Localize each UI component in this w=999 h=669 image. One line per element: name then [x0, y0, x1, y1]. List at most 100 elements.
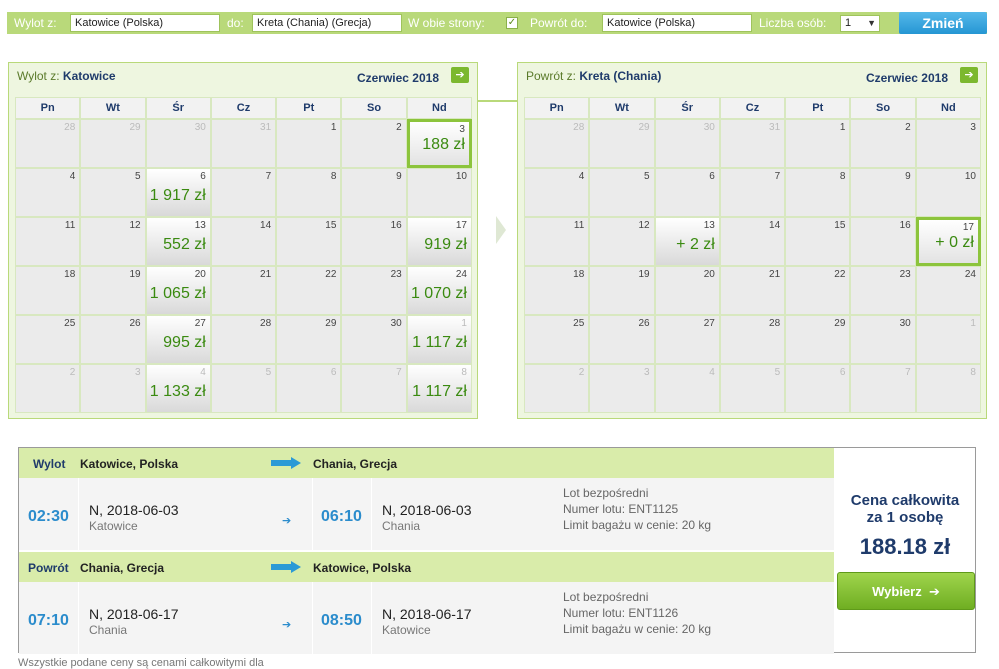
calendar-day: 1	[785, 119, 851, 168]
departure-time: 07:10	[28, 612, 69, 629]
calendar-day: 26	[589, 315, 655, 364]
calendar-day: 18	[15, 266, 81, 315]
calendar-day: 10	[406, 168, 472, 217]
calendar-day[interactable]: 17 + 0 zł	[915, 217, 981, 266]
return-field[interactable]: Katowice (Polska)	[602, 14, 752, 32]
day-number: 18	[573, 269, 585, 280]
day-number: 17	[455, 220, 467, 231]
day-number: 10	[964, 171, 976, 182]
day-number: 14	[260, 220, 272, 231]
calendar-day[interactable]: 13 552 zł	[145, 217, 211, 266]
arrow-right-icon	[271, 457, 301, 469]
calendar-day[interactable]: 4 1 133 zł	[145, 364, 211, 413]
day-number: 20	[703, 269, 715, 280]
return-flight-row: 07:10 N, 2018-06-17 Chania ➔ 08:50 N, 20…	[19, 582, 834, 654]
weekday-label: Wt	[80, 97, 146, 119]
arrow-right-icon: ➔	[928, 584, 940, 599]
persons-label: Liczba osób:	[759, 16, 827, 30]
outbound-flight-row: 02:30 N, 2018-06-03 Katowice ➔ 06:10 N, …	[19, 478, 834, 550]
weekday-label: Pt	[785, 97, 851, 119]
calendar-day: 16	[341, 217, 407, 266]
day-number: 1	[839, 122, 846, 133]
calendar-day[interactable]: 6 1 917 zł	[145, 168, 211, 217]
calendar-day[interactable]: 3 188 zł	[406, 119, 472, 168]
calendar-day: 9	[341, 168, 407, 217]
day-number: 2	[396, 122, 402, 133]
day-number: 31	[769, 122, 781, 133]
calendar-day[interactable]: 17 919 zł	[406, 217, 472, 266]
change-search-button[interactable]: Zmień	[899, 12, 987, 34]
calendar-day: 8	[915, 364, 981, 413]
outbound-calendar: Wylot z: Katowice Czerwiec 2018 ➔ Pn Wt Śr…	[8, 62, 478, 419]
total-price: 188.18 zł	[859, 534, 951, 559]
next-month-icon[interactable]: ➔	[960, 67, 978, 83]
calendar-day: 1	[276, 119, 342, 168]
arrival-city: Katowice	[382, 623, 431, 637]
day-number: 18	[64, 269, 76, 280]
calendar-day: 31	[719, 119, 786, 168]
day-number: 3	[644, 367, 650, 378]
day-number: 26	[129, 318, 141, 329]
calendar-day: 5	[80, 168, 146, 217]
weekday-label: Wt	[589, 97, 655, 119]
day-number: 1	[970, 318, 976, 329]
departure-date: N, 2018-06-17	[89, 606, 179, 622]
day-number: 19	[638, 269, 650, 280]
from-label: Wylot z:	[14, 16, 57, 30]
day-number: 28	[64, 122, 76, 133]
calendar-day: 29	[80, 119, 146, 168]
from-field[interactable]: Katowice (Polska)	[70, 14, 220, 32]
calendar-day: 30	[850, 315, 916, 364]
arrow-right-icon	[271, 561, 301, 573]
calendar-day: 5	[210, 364, 277, 413]
calendar-day[interactable]: 8 1 117 zł	[406, 364, 472, 413]
calendar-day[interactable]: 24 1 070 zł	[406, 266, 472, 315]
day-number: 30	[703, 122, 715, 133]
price-heading: Cena całkowita za 1 osobę	[850, 492, 960, 526]
calendar-day[interactable]: 20 1 065 zł	[145, 266, 211, 315]
calendar-day: 2	[524, 364, 590, 413]
roundtrip-checkbox[interactable]: ✓	[506, 17, 518, 29]
day-number: 3	[459, 124, 465, 135]
day-number: 5	[774, 367, 781, 378]
calendar-day: 18	[524, 266, 590, 315]
calendar-day: 10	[915, 168, 981, 217]
calendar-day: 19	[80, 266, 146, 315]
day-number: 16	[899, 220, 911, 231]
calendar-day: 1	[915, 315, 981, 364]
day-number: 1	[330, 122, 337, 133]
day-number: 16	[390, 220, 402, 231]
departure-city: Chania	[89, 623, 128, 637]
day-number: 15	[834, 220, 846, 231]
arrival-date: N, 2018-06-03	[382, 502, 472, 518]
calendar-day: 29	[785, 315, 851, 364]
next-month-icon[interactable]: ➔	[451, 67, 469, 83]
day-price: + 2 zł	[676, 236, 715, 253]
return-from: Chania, Grecja	[80, 561, 165, 575]
select-button[interactable]: Wybierz ➔	[837, 572, 975, 610]
day-number: 6	[200, 171, 206, 182]
day-number: 7	[774, 171, 781, 182]
persons-select[interactable]: 1 ▼	[840, 15, 880, 32]
day-price: + 0 zł	[935, 234, 974, 251]
day-price: 1 070 zł	[410, 285, 467, 302]
day-number: 28	[260, 318, 272, 329]
calendar-day[interactable]: 1 1 117 zł	[406, 315, 472, 364]
calendar-day: 2	[850, 119, 916, 168]
day-number: 20	[194, 269, 206, 280]
day-number: 9	[905, 171, 911, 182]
calendar-day: 19	[589, 266, 655, 315]
calendar-day[interactable]: 13 + 2 zł	[654, 217, 720, 266]
day-number: 30	[390, 318, 402, 329]
calendar-day: 8	[785, 168, 851, 217]
calendar-day[interactable]: 27 995 zł	[145, 315, 211, 364]
day-number: 8	[461, 367, 467, 378]
to-field[interactable]: Kreta (Chania) (Grecja)	[252, 14, 402, 32]
day-number: 4	[200, 367, 206, 378]
weekday-label: Cz	[210, 97, 277, 119]
calendar-day: 31	[210, 119, 277, 168]
persons-value: 1	[845, 17, 852, 29]
weekday-label: So	[341, 97, 407, 119]
arrow-right-icon: ➔	[282, 515, 292, 527]
day-price: 1 065 zł	[149, 285, 206, 302]
